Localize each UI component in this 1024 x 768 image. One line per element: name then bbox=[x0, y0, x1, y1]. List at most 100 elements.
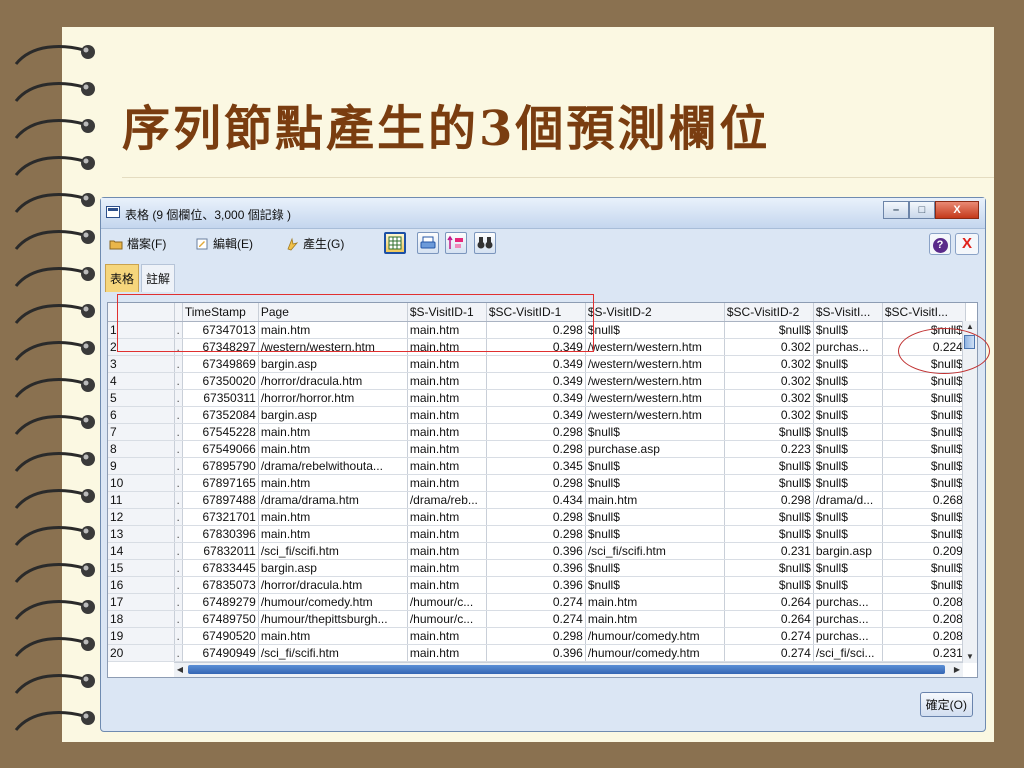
tab-annotations[interactable]: 註解 bbox=[141, 264, 176, 292]
row-number: 19 bbox=[108, 627, 175, 645]
table-cell: $null$ bbox=[813, 457, 883, 475]
table-cell: $null$ bbox=[813, 559, 883, 577]
scroll-right-arrow-icon[interactable]: ▶ bbox=[951, 663, 963, 677]
spiral-ring-icon bbox=[14, 82, 95, 102]
table-row[interactable]: 16. 67835073/horror/dracula.htm main.htm 0.… bbox=[108, 576, 966, 594]
row-marker: . bbox=[174, 423, 183, 441]
table-row[interactable]: 13. 67830396 main.htm main.htm 0.298 $null$ $n… bbox=[108, 525, 966, 543]
table-cell: 0.302 bbox=[724, 355, 814, 373]
table-row[interactable]: 20. 67490949/sci_fi/scifi.htm main.htm 0.39… bbox=[108, 644, 966, 662]
spiral-ring-icon bbox=[14, 600, 95, 620]
row-number: 17 bbox=[108, 593, 175, 611]
table-cell: 0.298 bbox=[486, 508, 586, 526]
menu-file[interactable]: 檔案(F) bbox=[109, 235, 166, 252]
table-cell: 0.274 bbox=[486, 593, 586, 611]
column-header[interactable]: $SC-VisitID-2 bbox=[724, 303, 814, 322]
row-marker: . bbox=[174, 644, 183, 662]
table-cell: /humour/thepittsburgh... bbox=[258, 610, 408, 628]
menu-edit[interactable]: 編輯(E) bbox=[195, 235, 253, 252]
window-close-button[interactable]: X bbox=[935, 201, 979, 219]
row-number: 10 bbox=[108, 474, 175, 492]
vertical-scrollbar[interactable]: ▲ ▼ bbox=[962, 321, 977, 663]
find-button[interactable] bbox=[474, 232, 496, 254]
table-cell: $null$ bbox=[585, 474, 725, 492]
minimize-button[interactable]: – bbox=[883, 201, 909, 219]
table-row[interactable]: 18. 67489750/humour/thepittsburgh.../humo… bbox=[108, 610, 966, 628]
table-cell: 67349869 bbox=[182, 355, 259, 373]
scroll-down-arrow-icon[interactable]: ▼ bbox=[963, 651, 977, 663]
table-cell: $null$ bbox=[882, 457, 966, 475]
table-row[interactable]: 12. 67321701 main.htm main.htm 0.298 $null$ $n… bbox=[108, 508, 966, 526]
table-window: 表格 (9 個欄位、3,000 個記錄 ) – □ X 檔案(F) 編輯(E) … bbox=[100, 197, 986, 732]
table-view-button[interactable] bbox=[384, 232, 406, 254]
table-row[interactable]: 15. 67833445 bargin.asp main.htm 0.396 $null$… bbox=[108, 559, 966, 577]
table-cell: main.htm bbox=[407, 644, 487, 662]
table-cell: $null$ bbox=[813, 406, 883, 424]
table-cell: 0.223 bbox=[724, 440, 814, 458]
table-row[interactable]: 7. 67545228 main.htm main.htm 0.298 $null$ $nu… bbox=[108, 423, 966, 441]
ok-button[interactable]: 確定(O) bbox=[919, 692, 973, 717]
table-row[interactable]: 9. 67895790/drama/rebelwithouta... main.ht… bbox=[108, 457, 966, 475]
table-cell: $null$ bbox=[813, 440, 883, 458]
column-header[interactable]: $S-VisitI... bbox=[813, 303, 883, 322]
table-cell: 67545228 bbox=[182, 423, 259, 441]
table-cell: main.htm bbox=[407, 576, 487, 594]
highlight-ellipse bbox=[898, 328, 990, 374]
table-cell: /drama/d... bbox=[813, 491, 883, 509]
table-cell: main.htm bbox=[407, 542, 487, 560]
close-dialog-button[interactable]: X bbox=[955, 233, 979, 255]
table-row[interactable]: 6. 67352084 bargin.asp main.htm 0.349/wester… bbox=[108, 406, 966, 424]
table-cell: purchase.asp bbox=[585, 440, 725, 458]
spiral-ring-icon bbox=[14, 526, 95, 546]
table-cell: purchas... bbox=[813, 593, 883, 611]
table-cell: main.htm bbox=[258, 525, 408, 543]
table-cell: 67489750 bbox=[182, 610, 259, 628]
table-cell: $null$ bbox=[585, 525, 725, 543]
row-number: 14 bbox=[108, 542, 175, 560]
menu-generate[interactable]: 產生(G) bbox=[285, 235, 344, 252]
table-view-icon bbox=[388, 236, 402, 250]
table-cell: 0.231 bbox=[724, 542, 814, 560]
column-header[interactable]: $SC-VisitI... bbox=[882, 303, 966, 322]
table-cell: 0.396 bbox=[486, 576, 586, 594]
table-cell: $null$ bbox=[813, 474, 883, 492]
table-cell: /sci_fi/sci... bbox=[813, 644, 883, 662]
table-cell: $null$ bbox=[813, 355, 883, 373]
table-row[interactable]: 8. 67549066 main.htm main.htm 0.298 purchase.… bbox=[108, 440, 966, 458]
row-number: 16 bbox=[108, 576, 175, 594]
help-button[interactable]: ? bbox=[929, 233, 951, 255]
row-number: 9 bbox=[108, 457, 175, 475]
table-cell: 0.396 bbox=[486, 559, 586, 577]
row-marker: . bbox=[174, 593, 183, 611]
help-icon: ? bbox=[932, 238, 948, 253]
spiral-ring-icon bbox=[14, 711, 95, 731]
table-cell: 67830396 bbox=[182, 525, 259, 543]
horizontal-scrollbar[interactable]: ◀ ▶ bbox=[174, 662, 963, 677]
column-header[interactable]: $S-VisitID-2 bbox=[585, 303, 725, 322]
table-row[interactable]: 3. 67349869 bargin.asp main.htm 0.349/wester… bbox=[108, 355, 966, 373]
row-marker: . bbox=[174, 457, 183, 475]
table-cell: main.htm bbox=[585, 491, 725, 509]
print-button[interactable] bbox=[417, 232, 439, 254]
scroll-left-arrow-icon[interactable]: ◀ bbox=[174, 663, 186, 677]
tab-table[interactable]: 表格 bbox=[105, 264, 140, 292]
table-row[interactable]: 4. 67350020/horror/dracula.htm main.htm 0.3… bbox=[108, 372, 966, 390]
data-grid[interactable]: TimeStamp Page $S-VisitID-1 $SC-VisitID-1 $S… bbox=[107, 302, 978, 678]
table-row[interactable]: 19. 67490520 main.htm main.htm 0.298/humour/… bbox=[108, 627, 966, 645]
row-marker: . bbox=[174, 372, 183, 390]
row-marker: . bbox=[174, 406, 183, 424]
horizontal-scroll-thumb[interactable] bbox=[188, 665, 945, 674]
table-row[interactable]: 11. 67897488/drama/drama.htm/drama/reb...… bbox=[108, 491, 966, 509]
table-row[interactable]: 10. 67897165 main.htm main.htm 0.298 $null$ $n… bbox=[108, 474, 966, 492]
sort-button[interactable] bbox=[445, 232, 467, 254]
row-number: 4 bbox=[108, 372, 175, 390]
table-row[interactable]: 17. 67489279/humour/comedy.htm/humour/c..… bbox=[108, 593, 966, 611]
table-cell: $null$ bbox=[585, 321, 725, 339]
window-titlebar[interactable]: 表格 (9 個欄位、3,000 個記錄 ) – □ X bbox=[101, 198, 985, 229]
table-cell: 0.349 bbox=[486, 406, 586, 424]
table-row[interactable]: 5. 67350311/horror/horror.htm main.htm 0.34… bbox=[108, 389, 966, 407]
spiral-ring-icon bbox=[14, 415, 95, 435]
table-cell: main.htm bbox=[407, 389, 487, 407]
table-row[interactable]: 14. 67832011/sci_fi/scifi.htm main.htm 0.39… bbox=[108, 542, 966, 560]
maximize-button[interactable]: □ bbox=[909, 201, 935, 219]
